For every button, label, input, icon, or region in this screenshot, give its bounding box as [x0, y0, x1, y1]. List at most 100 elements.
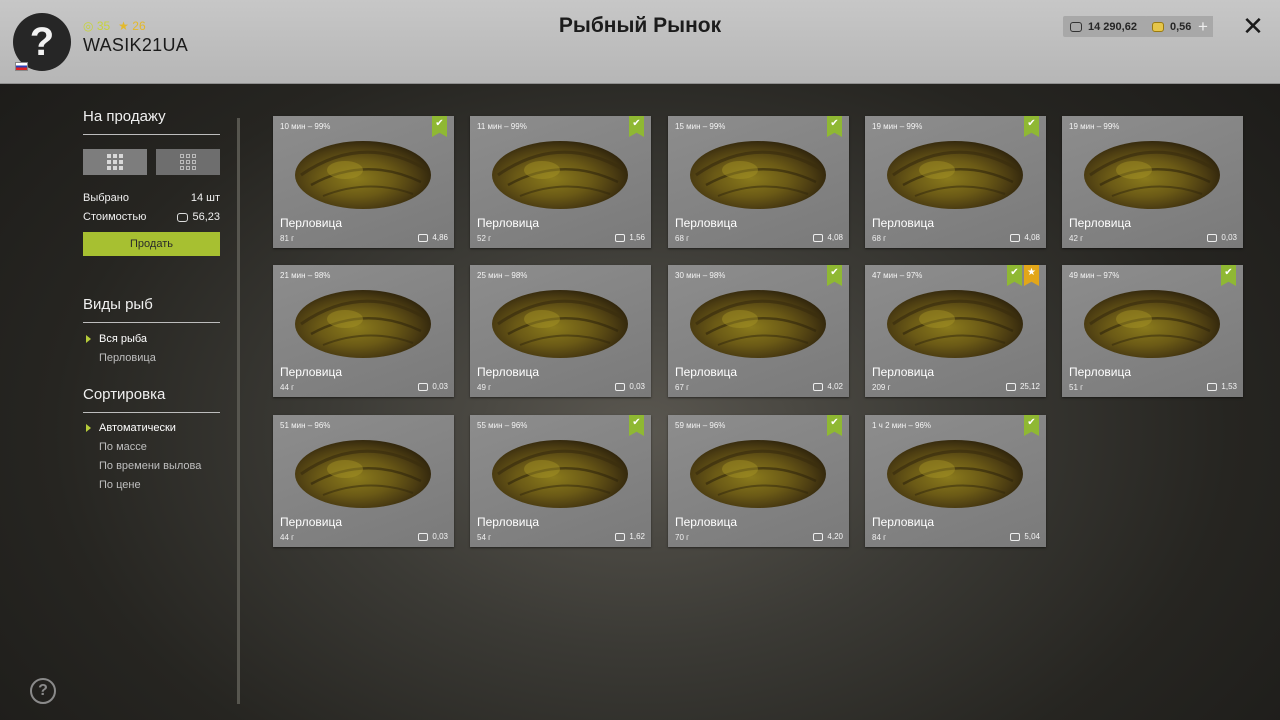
- fish-name: Перловица: [675, 365, 737, 379]
- sidebar: На продажу Выбрано 14 шт Стоимостью 56,2…: [83, 108, 220, 495]
- divider: [83, 134, 220, 135]
- silver-coin-icon: [418, 532, 429, 541]
- fish-weight: 49 г: [477, 383, 492, 392]
- fish-weight: 54 г: [477, 533, 492, 542]
- silver-coin-icon: [813, 532, 824, 541]
- fish-weight: 51 г: [1069, 383, 1084, 392]
- fish-price: 4,02: [813, 382, 843, 391]
- divider: [83, 412, 220, 413]
- view-toggle: [83, 149, 220, 175]
- sell-button[interactable]: Продать: [83, 232, 220, 256]
- add-currency-button[interactable]: +: [1193, 16, 1213, 37]
- fish-card[interactable]: 25 мин – 98% Перловица 49 г 0,03: [470, 265, 651, 397]
- mussel-image: [887, 290, 1023, 358]
- selected-check-icon[interactable]: ✔: [827, 415, 842, 436]
- selected-check-icon[interactable]: ✔: [1024, 116, 1039, 137]
- selected-count-row: Выбрано 14 шт: [83, 192, 220, 204]
- silver-coin-icon: [1070, 21, 1082, 32]
- fish-name: Перловица: [280, 365, 342, 379]
- fish-price: 25,12: [1005, 382, 1040, 391]
- selected-check-icon[interactable]: ✔: [1024, 415, 1039, 436]
- fish-card[interactable]: 21 мин – 98% Перловица 44 г 0,03: [273, 265, 454, 397]
- fish-weight: 44 г: [280, 533, 295, 542]
- fish-name: Перловица: [872, 365, 934, 379]
- fish-name: Перловица: [675, 216, 737, 230]
- fish-name: Перловица: [477, 515, 539, 529]
- total-cost-row: Стоимостью 56,23: [83, 211, 220, 223]
- fish-card[interactable]: 19 мин – 99% Перловица 42 г 0,03: [1062, 116, 1243, 248]
- fish-name: Перловица: [280, 515, 342, 529]
- help-icon[interactable]: ?: [30, 678, 56, 704]
- deselect-all-button[interactable]: [156, 149, 220, 175]
- fish-weight: 42 г: [1069, 234, 1084, 243]
- fish-price: 0,03: [1207, 233, 1237, 242]
- silver-coin-icon: [1010, 532, 1021, 541]
- fish-weight: 44 г: [280, 383, 295, 392]
- fish-price: 0,03: [418, 532, 448, 541]
- fish-type-list: Вся рыба Перловица: [83, 330, 220, 368]
- mussel-image: [492, 141, 628, 209]
- fish-weight: 70 г: [675, 533, 690, 542]
- fish-weight: 68 г: [872, 234, 887, 243]
- silver-coin-icon: [1207, 233, 1218, 242]
- trophy-star-icon: ★: [1024, 265, 1039, 286]
- mussel-image: [1084, 290, 1220, 358]
- mussel-image: [295, 440, 431, 508]
- fish-card[interactable]: 59 мин – 96% Перловица 70 г 4,20 ✔: [668, 415, 849, 547]
- silver-coin-icon: [813, 382, 824, 391]
- selected-check-icon[interactable]: ✔: [629, 415, 644, 436]
- sale-section-title: На продажу: [83, 108, 166, 125]
- select-all-button[interactable]: [83, 149, 147, 175]
- fish-card[interactable]: 1 ч 2 мин – 96% Перловица 84 г 5,04 ✔: [865, 415, 1046, 547]
- fish-weight: 68 г: [675, 234, 690, 243]
- username: WASIK21UA: [83, 35, 189, 55]
- fish-card[interactable]: 15 мин – 99% Перловица 68 г 4,08 ✔: [668, 116, 849, 248]
- selected-check-icon[interactable]: ✔: [827, 116, 842, 137]
- divider: [83, 322, 220, 323]
- fish-card[interactable]: 19 мин – 99% Перловица 68 г 4,08 ✔: [865, 116, 1046, 248]
- silver-coin-icon: [418, 233, 429, 242]
- fish-name: Перловица: [477, 216, 539, 230]
- mussel-image: [690, 141, 826, 209]
- mussel-image: [492, 290, 628, 358]
- fish-card[interactable]: 55 мин – 96% Перловица 54 г 1,62 ✔: [470, 415, 651, 547]
- fish-card[interactable]: 11 мин – 99% Перловица 52 г 1,56 ✔: [470, 116, 651, 248]
- fish-card[interactable]: 10 мин – 99% Перловица 81 г 4,86 ✔: [273, 116, 454, 248]
- fish-price: 5,04: [1010, 532, 1040, 541]
- silver-balance: 14 290,62: [1063, 16, 1147, 37]
- fish-type-all[interactable]: Вся рыба: [83, 330, 220, 349]
- fish-card[interactable]: 30 мин – 98% Перловица 67 г 4,02 ✔: [668, 265, 849, 397]
- mussel-image: [690, 440, 826, 508]
- fish-card[interactable]: 49 мин – 97% Перловица 51 г 1,53 ✔: [1062, 265, 1243, 397]
- fish-weight: 52 г: [477, 234, 492, 243]
- fish-name: Перловица: [675, 515, 737, 529]
- fish-name: Перловица: [1069, 365, 1131, 379]
- fish-card[interactable]: 47 мин – 97% Перловица 209 г 25,12 ★ ✔: [865, 265, 1046, 397]
- mussel-image: [295, 141, 431, 209]
- silver-coin-icon: [813, 233, 824, 242]
- sort-by-catch-time[interactable]: По времени вылова: [83, 457, 220, 476]
- fish-price: 4,20: [813, 532, 843, 541]
- selected-check-icon[interactable]: ✔: [629, 116, 644, 137]
- fish-price: 4,08: [813, 233, 843, 242]
- fish-price: 1,56: [615, 233, 645, 242]
- country-flag-icon: [15, 62, 28, 71]
- mussel-image: [690, 290, 826, 358]
- sort-auto[interactable]: Автоматически: [83, 419, 220, 438]
- selected-check-icon[interactable]: ✔: [432, 116, 447, 137]
- selected-check-icon[interactable]: ✔: [1221, 265, 1236, 286]
- silver-coin-icon: [418, 382, 429, 391]
- silver-coin-icon: [177, 212, 189, 222]
- sort-by-weight[interactable]: По массе: [83, 438, 220, 457]
- fish-card[interactable]: 51 мин – 96% Перловица 44 г 0,03: [273, 415, 454, 547]
- fish-types-title: Виды рыб: [83, 296, 153, 313]
- fish-name: Перловица: [872, 515, 934, 529]
- silver-coin-icon: [1207, 382, 1218, 391]
- close-icon[interactable]: ✕: [1240, 13, 1266, 39]
- fish-price: 0,03: [615, 382, 645, 391]
- fish-name: Перловица: [280, 216, 342, 230]
- selected-check-icon[interactable]: ✔: [827, 265, 842, 286]
- sort-by-price[interactable]: По цене: [83, 476, 220, 495]
- fish-price: 1,53: [1207, 382, 1237, 391]
- fish-type-perlovitsa[interactable]: Перловица: [83, 349, 220, 368]
